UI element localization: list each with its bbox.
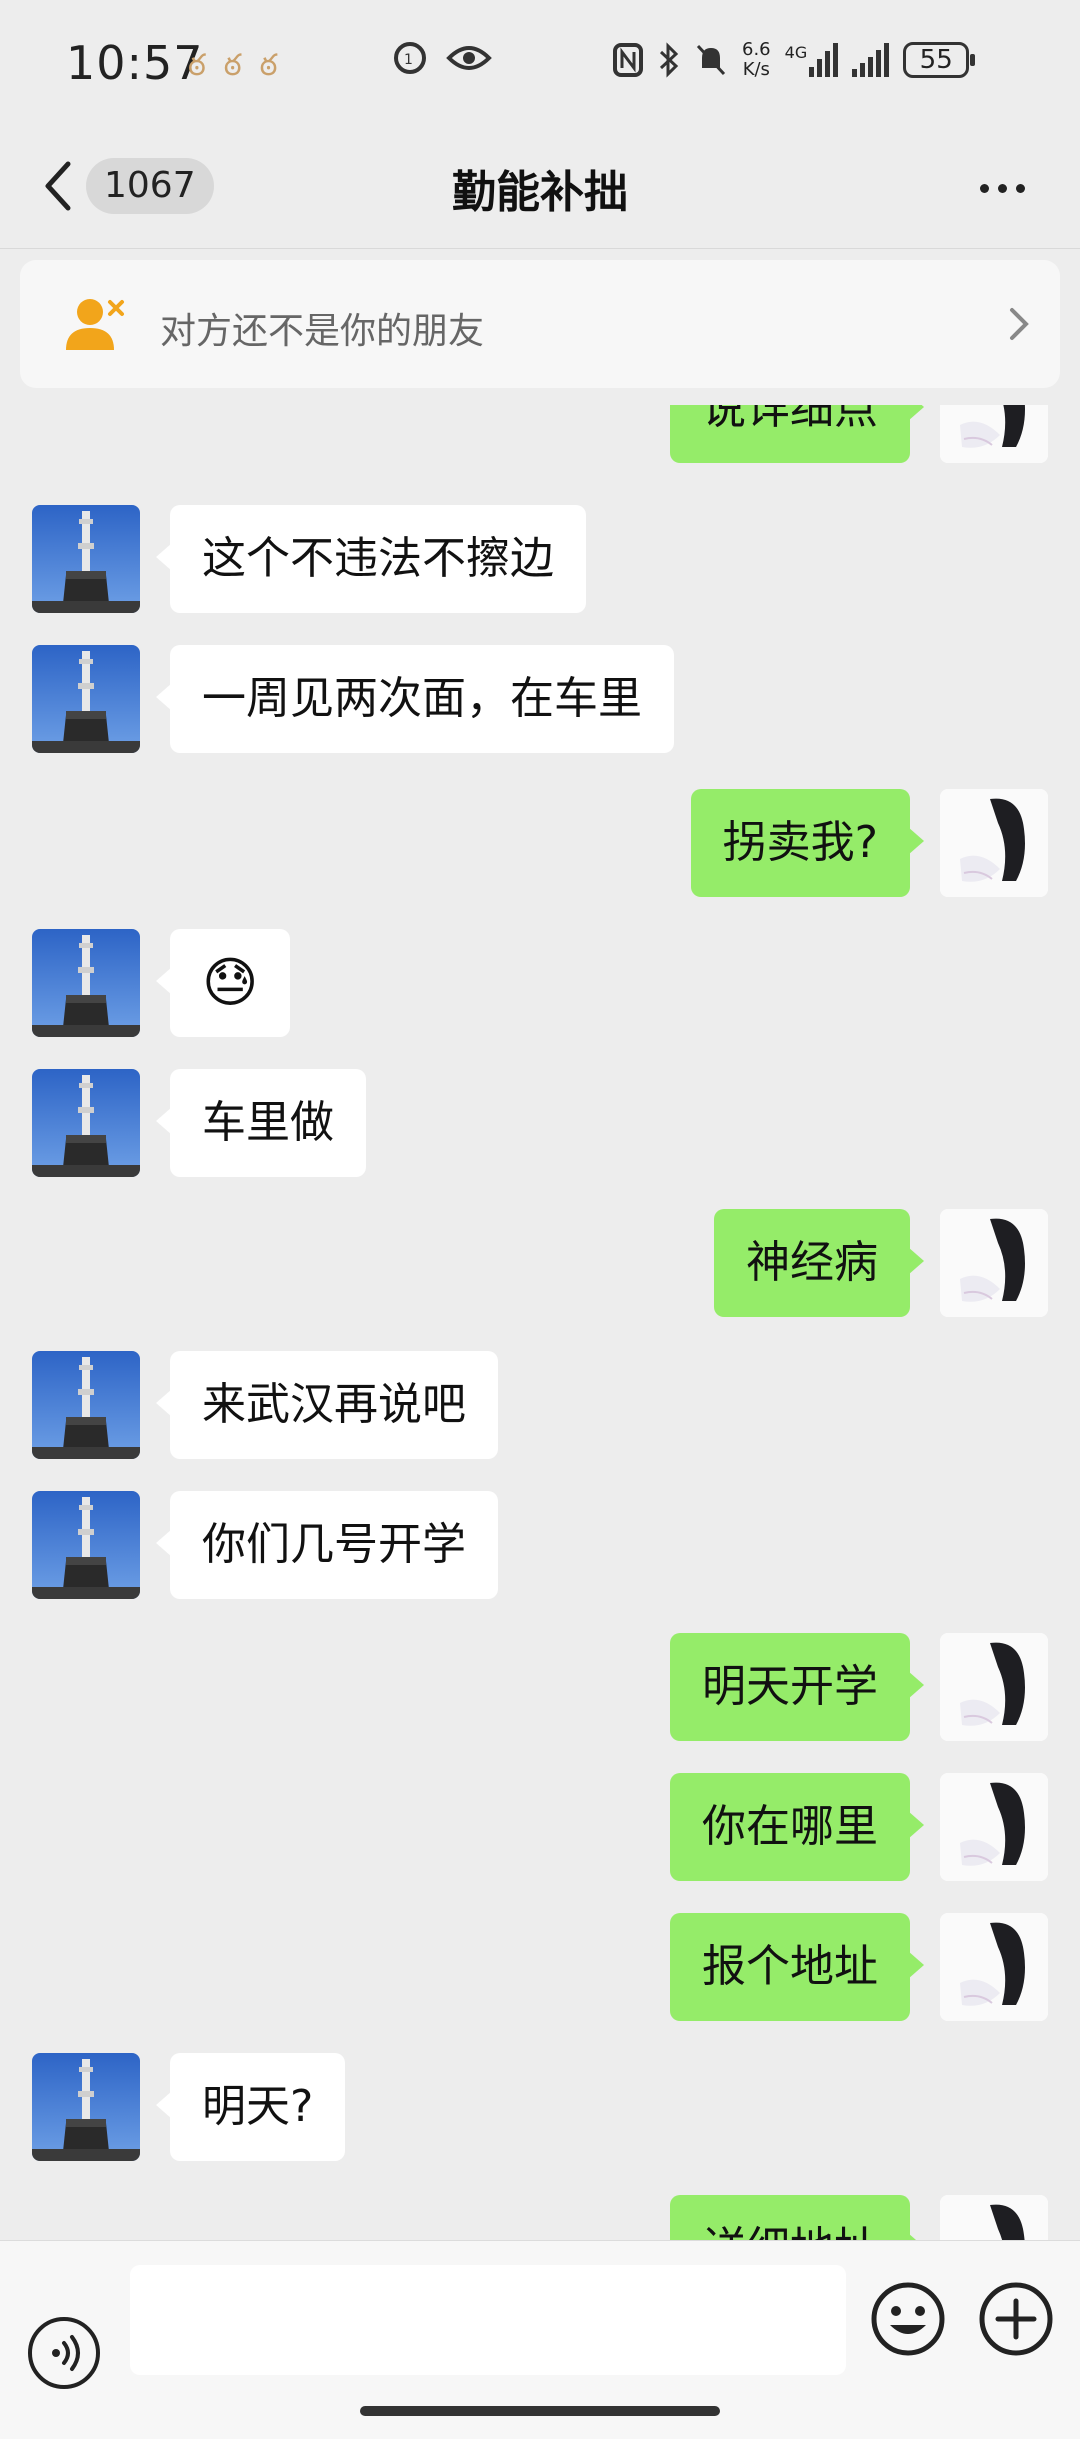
message-bubble[interactable]: 车里做 xyxy=(156,1069,366,1177)
app-notification-icon: ఠ xyxy=(188,48,206,83)
message-bubble[interactable]: 明天? xyxy=(155,2053,346,2161)
voice-button[interactable] xyxy=(28,2317,100,2389)
incoming-message: 来武汉再说吧 xyxy=(0,1351,1080,1461)
message-bubble[interactable]: 明天开学 xyxy=(670,1633,924,1741)
message-bubble[interactable]: 详细地址 xyxy=(670,2195,924,2240)
cell-signal-4g: 4G xyxy=(785,43,839,77)
signal-bars-icon xyxy=(809,43,839,77)
home-indicator[interactable] xyxy=(360,2406,720,2416)
bluetooth-icon xyxy=(659,42,679,78)
banner-text: 对方还不是你的朋友 xyxy=(160,311,485,352)
system-icons: 6.6 K/s 4G 55 xyxy=(612,40,976,80)
my-avatar[interactable] xyxy=(940,1913,1048,2021)
outgoing-message: 报个地址 xyxy=(0,1913,1080,2023)
message-bubble[interactable]: 这个不违法不擦边 xyxy=(156,505,586,613)
nfc-icon xyxy=(613,43,643,77)
network-speed-unit: K/s xyxy=(742,59,770,80)
chevron-right-icon xyxy=(1010,308,1029,340)
outgoing-message: 你在哪里 xyxy=(0,1773,1080,1883)
contact-avatar[interactable] xyxy=(32,1351,140,1459)
network-type: 4G xyxy=(784,43,808,62)
my-avatar[interactable] xyxy=(940,2195,1048,2240)
contact-avatar[interactable] xyxy=(32,1069,140,1177)
outgoing-message: 明天开学 xyxy=(0,1633,1080,1743)
app-notification-icon: ఠ xyxy=(259,48,278,83)
outgoing-message: 拐卖我? xyxy=(0,789,1080,899)
status-indicators: 1 xyxy=(392,40,492,76)
message-bubble[interactable]: 你们几号开学 xyxy=(156,1491,498,1599)
my-avatar[interactable] xyxy=(940,789,1048,897)
message-bubble[interactable]: 一周见两次面，在车里 xyxy=(156,645,674,753)
app-notification-icon: ఠ xyxy=(223,48,242,83)
message-input[interactable] xyxy=(130,2265,846,2375)
message-bubble[interactable]: 你在哪里 xyxy=(670,1773,924,1881)
data-saver-icon: 1 xyxy=(394,42,426,74)
contact-avatar[interactable] xyxy=(32,1491,140,1599)
message-list[interactable]: 说详细点 这个不违法不擦边 一周见两次面，在车里 拐卖我? 😓 车里做 神经病 … xyxy=(0,405,1080,2240)
incoming-message: 一周见两次面，在车里 xyxy=(0,645,1080,755)
outgoing-message: 说详细点 xyxy=(0,405,1080,465)
plus-icon[interactable] xyxy=(976,2279,1056,2359)
outgoing-message: 详细地址 xyxy=(0,2195,1080,2240)
chat-header: 1067 勤能补拙 xyxy=(0,130,1080,249)
incoming-message: 你们几号开学 xyxy=(0,1491,1080,1601)
outgoing-message: 神经病 xyxy=(0,1209,1080,1319)
contact-avatar[interactable] xyxy=(32,505,140,613)
svg-text:1: 1 xyxy=(404,52,413,68)
incoming-message: 这个不违法不擦边 xyxy=(0,505,1080,615)
more-dots-icon[interactable] xyxy=(972,168,1032,208)
status-bar: 10:57 ఠ ఠ ఠ 1 6.6 K/s 4G 55 xyxy=(0,0,1080,130)
message-bubble[interactable]: 说详细点 xyxy=(670,405,924,463)
voice-icon xyxy=(52,2335,80,2371)
incoming-message: 明天? xyxy=(0,2053,1080,2163)
message-bubble[interactable]: 拐卖我? xyxy=(690,789,925,897)
not-friend-banner[interactable]: 对方还不是你的朋友 xyxy=(20,260,1060,388)
eye-icon xyxy=(446,46,492,70)
network-speed: 6.6 K/s xyxy=(742,40,771,80)
incoming-message: 😓 xyxy=(0,929,1080,1039)
message-bubble[interactable]: 神经病 xyxy=(714,1209,924,1317)
contact-avatar[interactable] xyxy=(32,645,140,753)
status-time: 10:57 xyxy=(66,36,204,90)
my-avatar[interactable] xyxy=(940,1209,1048,1317)
contact-avatar[interactable] xyxy=(32,929,140,1037)
my-avatar[interactable] xyxy=(940,1773,1048,1881)
emoji-icon[interactable] xyxy=(868,2279,948,2359)
chat-title: 勤能补拙 xyxy=(452,167,628,218)
signal-bars-icon xyxy=(852,43,890,77)
my-avatar[interactable] xyxy=(940,1633,1048,1741)
network-speed-value: 6.6 xyxy=(742,39,771,60)
my-avatar[interactable] xyxy=(940,405,1048,463)
battery-indicator: 55 xyxy=(903,42,976,78)
contact-avatar[interactable] xyxy=(32,2053,140,2161)
message-bubble[interactable]: 报个地址 xyxy=(670,1913,924,2021)
message-bubble[interactable]: 来武汉再说吧 xyxy=(156,1351,498,1459)
mute-bell-icon xyxy=(696,44,726,76)
message-bubble[interactable]: 😓 xyxy=(155,929,291,1037)
person-add-icon xyxy=(66,299,124,350)
notification-icons: ఠ ఠ ఠ xyxy=(188,48,277,90)
incoming-message: 车里做 xyxy=(0,1069,1080,1179)
